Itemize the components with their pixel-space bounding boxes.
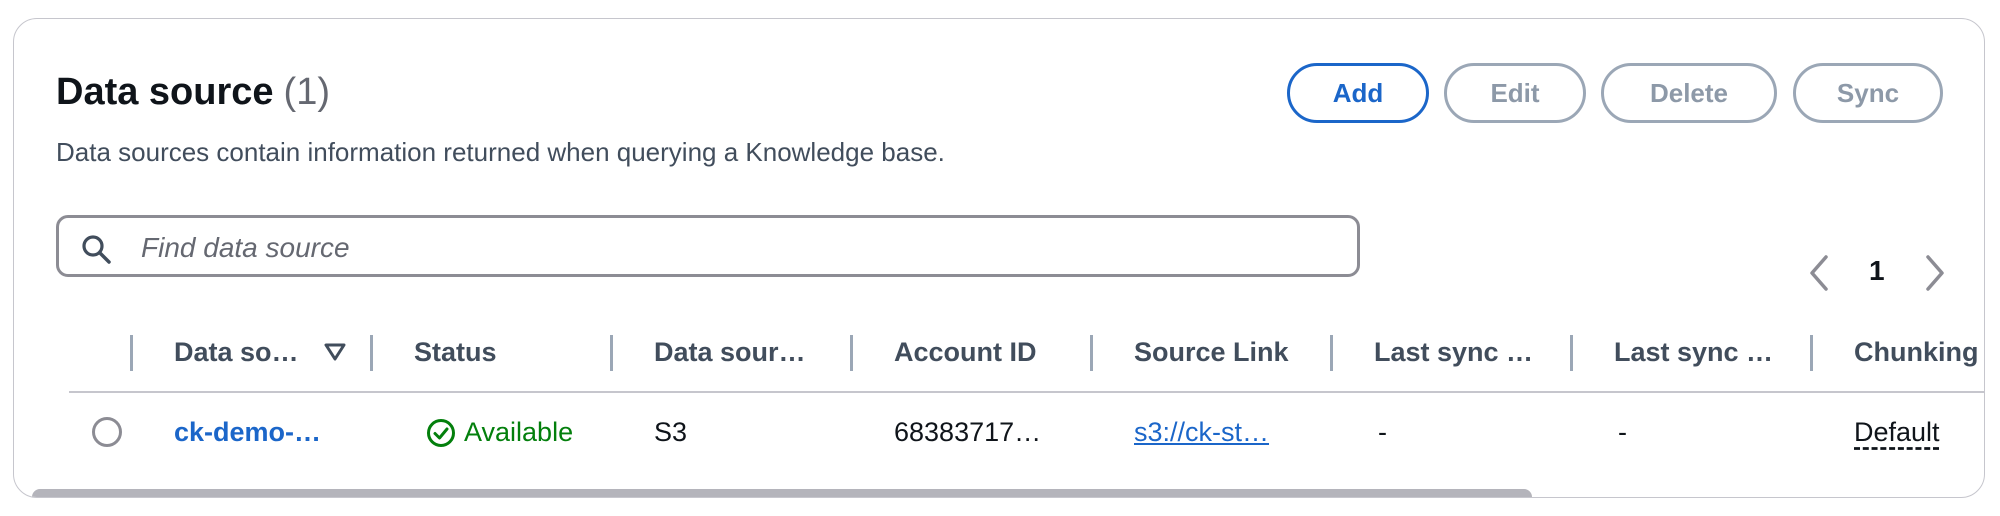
chunking-cell[interactable]: Default — [1854, 417, 1940, 448]
search-box — [56, 215, 1360, 277]
column-divider[interactable] — [370, 335, 373, 371]
column-divider — [130, 335, 133, 371]
data-source-name-link[interactable]: ck-demo-… — [174, 417, 321, 448]
status-available-icon — [427, 418, 455, 447]
search-input[interactable] — [139, 228, 1323, 268]
column-header-last-sync-2[interactable]: Last sync … — [1614, 337, 1773, 368]
edit-button[interactable]: Edit — [1444, 63, 1586, 123]
chevron-left-icon[interactable] — [1806, 253, 1832, 293]
column-header-source-link[interactable]: Source Link — [1134, 337, 1289, 368]
title-count: (1) — [283, 71, 330, 113]
column-divider[interactable] — [1330, 335, 1333, 371]
last-sync-cell: - — [1378, 417, 1387, 447]
column-divider[interactable] — [850, 335, 853, 371]
column-header-chunking[interactable]: Chunking — [1854, 337, 1978, 368]
row-select-radio[interactable] — [92, 417, 122, 447]
column-header-label: Data so… — [174, 337, 299, 367]
column-header-name[interactable]: Data so… — [174, 337, 299, 368]
column-divider[interactable] — [1090, 335, 1093, 371]
data-source-type-cell: S3 — [654, 417, 688, 447]
chevron-right-icon[interactable] — [1922, 253, 1948, 293]
column-header-last-sync[interactable]: Last sync … — [1374, 337, 1533, 368]
page-title: Data source (1) — [56, 71, 330, 114]
page-number[interactable]: 1 — [1869, 255, 1885, 287]
source-link[interactable]: s3://ck-st… — [1134, 417, 1269, 448]
column-header-data-source-type[interactable]: Data sour… — [654, 337, 806, 368]
search-icon — [82, 235, 111, 264]
column-divider[interactable] — [610, 335, 613, 371]
panel-description: Data sources contain information returne… — [56, 137, 945, 167]
header-row-divider — [69, 391, 1984, 393]
column-divider[interactable] — [1570, 335, 1573, 371]
status-text: Available — [464, 417, 574, 447]
horizontal-scrollbar[interactable] — [32, 489, 1532, 497]
delete-button[interactable]: Delete — [1601, 63, 1777, 123]
column-divider[interactable] — [1810, 335, 1813, 371]
status-cell: Available — [426, 417, 573, 448]
data-source-panel: Data source (1) Data sources contain info… — [13, 18, 1985, 498]
column-header-account-id[interactable]: Account ID — [894, 337, 1037, 368]
sort-descending-icon[interactable] — [324, 343, 346, 361]
sync-button[interactable]: Sync — [1793, 63, 1943, 123]
column-header-status[interactable]: Status — [414, 337, 497, 368]
add-button[interactable]: Add — [1287, 63, 1429, 123]
account-id-cell: 68383717… — [894, 417, 1042, 447]
last-sync-cell-2: - — [1618, 417, 1627, 447]
title-text: Data source — [56, 71, 274, 113]
